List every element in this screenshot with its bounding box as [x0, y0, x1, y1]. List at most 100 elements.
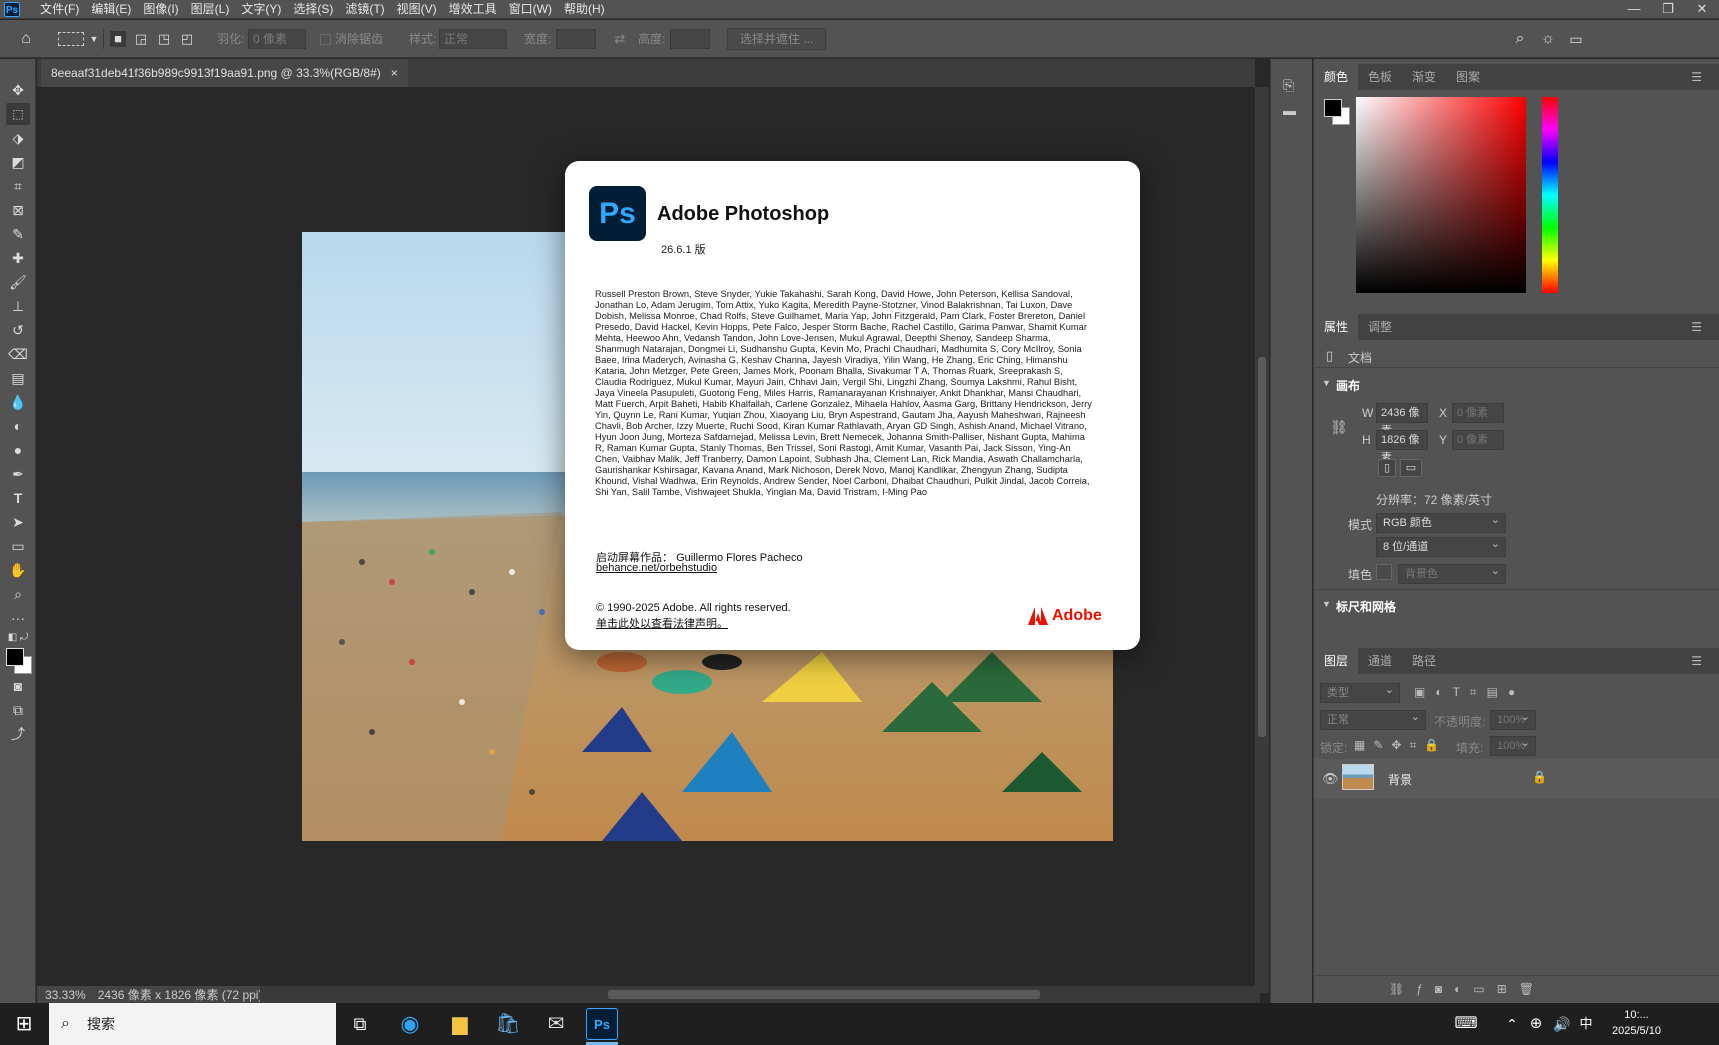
select-and-mask-button[interactable]: 选择并遮住 ...: [727, 28, 827, 50]
taskbar-clock[interactable]: 10:... 2025/5/10: [1612, 1007, 1661, 1039]
link-chain-icon[interactable]: ⛓: [1330, 419, 1348, 436]
subtract-selection-icon[interactable]: ◳: [156, 31, 172, 47]
layer-name[interactable]: 背景: [1388, 771, 1412, 788]
height-field[interactable]: 1826 像素: [1376, 430, 1428, 464]
tab-properties[interactable]: 属性: [1314, 314, 1359, 340]
tab-layers[interactable]: 图层: [1314, 648, 1359, 674]
mode-select[interactable]: RGB 颜色: [1376, 511, 1506, 533]
menu-window[interactable]: 窗口(W): [503, 0, 558, 19]
move-tool-icon[interactable]: ✥: [6, 79, 30, 101]
menu-edit[interactable]: 编辑(E): [85, 0, 137, 19]
marquee-preset-icon[interactable]: [58, 32, 84, 46]
gradient-tool-icon[interactable]: ▤: [6, 367, 30, 389]
ime-indicator[interactable]: 中: [1570, 1008, 1602, 1040]
panel-menu-icon[interactable]: ☰: [1681, 64, 1712, 90]
landscape-orientation-icon[interactable]: ▭: [1400, 459, 1422, 477]
foreground-color-swatch[interactable]: [6, 648, 24, 666]
healing-brush-tool-icon[interactable]: ✚: [6, 247, 30, 269]
vertical-scroll-thumb[interactable]: [1258, 357, 1266, 737]
store-icon[interactable]: 🛍: [492, 1008, 524, 1040]
history-brush-tool-icon[interactable]: ↺: [6, 319, 30, 341]
menu-type[interactable]: 文字(Y): [235, 0, 287, 19]
blend-mode-select[interactable]: 正常: [1320, 708, 1426, 730]
lock-icons[interactable]: ▦✎✥⌗🔒: [1354, 738, 1447, 753]
panel-menu-icon[interactable]: ☰: [1681, 314, 1712, 340]
color-foreground-swatch[interactable]: [1324, 99, 1342, 117]
layer-filter-icons[interactable]: ▣◐T⌗▤●: [1414, 685, 1525, 700]
style-select[interactable]: 正常: [439, 29, 507, 49]
path-selection-tool-icon[interactable]: ➤: [6, 511, 30, 533]
pen-tool-icon[interactable]: ✒: [6, 463, 30, 485]
history-panel-icon[interactable]: ⎘: [1283, 77, 1294, 94]
tab-adjustments[interactable]: 调整: [1358, 314, 1402, 340]
hue-slider[interactable]: [1542, 97, 1558, 293]
tab-patterns[interactable]: 图案: [1446, 64, 1490, 90]
type-tool-icon[interactable]: T: [6, 487, 30, 509]
vertical-scrollbar[interactable]: [1255, 87, 1269, 993]
fill-opacity-field[interactable]: 100%: [1490, 734, 1536, 756]
portrait-orientation-icon[interactable]: ▯: [1378, 459, 1396, 477]
menu-image[interactable]: 图像(I): [137, 0, 184, 19]
quick-mask-icon[interactable]: ◙: [6, 675, 30, 697]
crop-tool-icon[interactable]: ⌗: [6, 175, 30, 197]
eraser-tool-icon[interactable]: ⌫: [6, 343, 30, 365]
zoom-tool-icon[interactable]: ⌕: [6, 583, 30, 605]
x-field[interactable]: 0 像素: [1452, 403, 1504, 423]
menu-select[interactable]: 选择(S): [287, 0, 339, 19]
hand-tool-icon[interactable]: ✋: [6, 559, 30, 581]
blur-tool-icon[interactable]: 💧: [6, 391, 30, 413]
rectangle-tool-icon[interactable]: ▭: [6, 535, 30, 557]
tab-channels[interactable]: 通道: [1358, 648, 1402, 674]
menu-view[interactable]: 视图(V): [391, 0, 443, 19]
home-icon[interactable]: ⌂: [18, 31, 34, 47]
bit-depth-select[interactable]: 8 位/通道: [1376, 535, 1506, 557]
workspace-icon[interactable]: ▭: [1568, 31, 1584, 47]
color-picker-field[interactable]: [1356, 97, 1526, 293]
chevron-down-icon[interactable]: ▼: [1322, 378, 1331, 388]
menu-plugins[interactable]: 增效工具: [443, 0, 503, 19]
rectangular-marquee-tool-icon[interactable]: ⬚: [6, 103, 30, 125]
menu-layer[interactable]: 图层(L): [185, 0, 236, 19]
eyedropper-tool-icon[interactable]: ✎: [6, 223, 30, 245]
more-tools-icon[interactable]: ···: [6, 607, 30, 629]
document-tab[interactable]: 8eeaaf31deb41f36b989c9913f19aa91.png @ 3…: [41, 59, 408, 87]
lightbulb-icon[interactable]: ☼: [1540, 31, 1556, 47]
chevron-down-icon[interactable]: ▼: [86, 31, 102, 47]
add-selection-icon[interactable]: ◲: [133, 31, 149, 47]
new-selection-icon[interactable]: ■: [110, 31, 126, 47]
y-field[interactable]: 0 像素: [1452, 430, 1504, 450]
search-icon[interactable]: ⌕: [1512, 31, 1528, 47]
sponge-tool-icon[interactable]: ●: [6, 439, 30, 461]
width-field[interactable]: 2436 像素: [1376, 403, 1428, 437]
quick-selection-tool-icon[interactable]: ◩: [6, 151, 30, 173]
restore-button[interactable]: ❐: [1651, 0, 1685, 19]
task-view-icon[interactable]: ⧉: [344, 1008, 376, 1040]
object-selection-tool-icon[interactable]: ⬗: [6, 127, 30, 149]
layer-filter-select[interactable]: 类型: [1320, 681, 1400, 703]
comments-panel-icon[interactable]: ▬: [1283, 103, 1296, 118]
layer-row[interactable]: 👁 背景 🔒: [1314, 759, 1719, 799]
frame-tool-icon[interactable]: ⊠: [6, 199, 30, 221]
fill-color-swatch[interactable]: [1376, 564, 1392, 580]
layer-footer-icons[interactable]: ⛓ƒ◙◐▭⊞🗑: [1389, 982, 1546, 996]
windows-start-icon[interactable]: ⊞: [8, 1008, 40, 1040]
opacity-field[interactable]: 100%: [1490, 708, 1536, 730]
tab-color[interactable]: 颜色: [1314, 64, 1359, 90]
menu-filter[interactable]: 滤镜(T): [339, 0, 390, 19]
edge-browser-icon[interactable]: ◉: [394, 1008, 426, 1040]
close-tab-icon[interactable]: ×: [391, 59, 398, 87]
taskbar-search[interactable]: ⌕ 搜索: [49, 1003, 336, 1045]
dodge-tool-icon[interactable]: ◐: [6, 415, 30, 437]
keyboard-icon[interactable]: ⌨: [1450, 1008, 1482, 1040]
brush-tool-icon[interactable]: 🖌: [6, 271, 30, 293]
file-explorer-icon[interactable]: ▆: [444, 1008, 476, 1040]
antialias-checkbox[interactable]: [320, 33, 331, 45]
height-input[interactable]: [670, 29, 710, 49]
zoom-level[interactable]: 33.33%: [45, 986, 86, 1004]
horizontal-scroll-thumb[interactable]: [608, 990, 1040, 999]
close-window-button[interactable]: ✕: [1685, 0, 1719, 19]
horizontal-scrollbar[interactable]: [260, 986, 1260, 1003]
width-input[interactable]: [556, 29, 596, 49]
eye-visibility-icon[interactable]: 👁: [1322, 771, 1339, 787]
canvas-section-title[interactable]: 画布: [1336, 377, 1360, 394]
